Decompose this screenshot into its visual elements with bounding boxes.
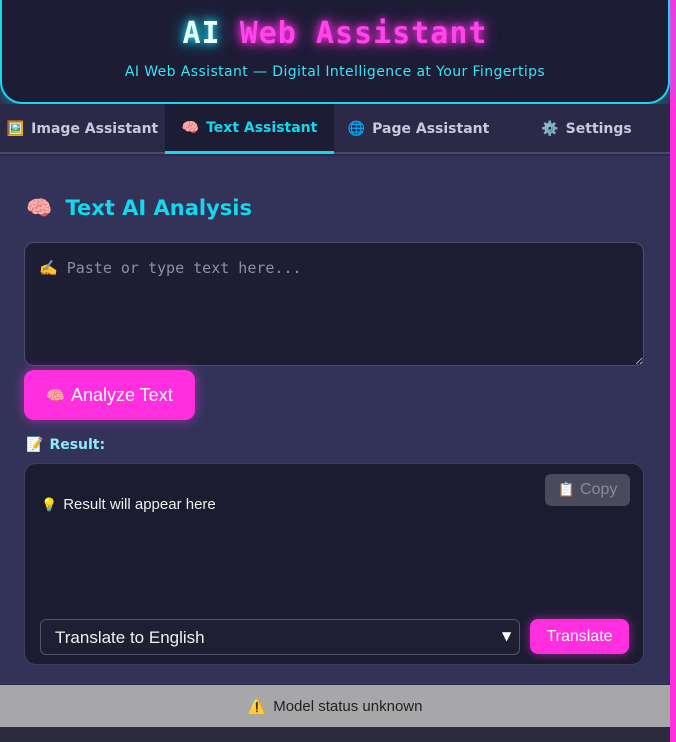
- tab-label: Settings: [565, 121, 632, 137]
- brain-icon: 🧠: [181, 119, 200, 136]
- tab-settings[interactable]: ⚙️ Settings: [503, 104, 670, 154]
- copy-label: Copy: [580, 481, 618, 498]
- tab-bar: 🖼️ Image Assistant 🧠 Text Assistant 🌐 Pa…: [0, 104, 670, 154]
- clipboard-icon: 📋: [557, 481, 576, 497]
- copy-button[interactable]: 📋 Copy: [545, 474, 630, 506]
- result-placeholder: 💡 Result will appear here: [41, 496, 216, 513]
- globe-icon: 🌐: [347, 121, 366, 137]
- status-text: Model status unknown: [273, 697, 423, 715]
- result-label: 📝 Result:: [26, 437, 105, 453]
- app-title: AI Web Assistant: [2, 16, 668, 51]
- tab-label: Text Assistant: [206, 119, 318, 136]
- section-title-text: Text AI Analysis: [65, 196, 252, 220]
- result-placeholder-text: Result will appear here: [63, 496, 216, 513]
- brain-icon: 🧠: [46, 387, 65, 405]
- analyze-text-button[interactable]: 🧠 Analyze Text: [24, 370, 195, 420]
- translate-button[interactable]: Translate: [530, 619, 629, 654]
- bottom-strip: [0, 727, 670, 742]
- tab-image-assistant[interactable]: 🖼️ Image Assistant: [0, 104, 165, 154]
- warning-icon: ⚠️: [247, 698, 267, 715]
- result-label-text: Result:: [49, 437, 106, 453]
- tab-label: Image Assistant: [31, 121, 159, 137]
- analyze-label: Analyze Text: [70, 384, 173, 405]
- lightbulb-icon: 💡: [41, 497, 58, 512]
- title-ai: AI: [182, 16, 221, 51]
- brain-icon: 🧠: [26, 196, 53, 220]
- tab-page-assistant[interactable]: 🌐 Page Assistant: [334, 104, 503, 154]
- gear-icon: ⚙️: [541, 121, 559, 137]
- app-window: AI Web Assistant AI Web Assistant — Digi…: [0, 0, 676, 742]
- title-web-assistant: Web Assistant: [239, 16, 488, 51]
- text-input[interactable]: [24, 242, 644, 366]
- tab-text-assistant[interactable]: 🧠 Text Assistant: [165, 104, 334, 154]
- memo-icon: 📝: [26, 437, 44, 453]
- section-title: 🧠 Text AI Analysis: [26, 196, 252, 221]
- model-status-bar: ⚠️ Model status unknown: [0, 685, 670, 727]
- image-icon: 🖼️: [6, 121, 25, 137]
- tab-label: Page Assistant: [372, 121, 490, 137]
- translate-language-select[interactable]: Translate to English: [40, 619, 520, 655]
- result-box: 📋 Copy 💡 Result will appear here Translate…: [24, 463, 644, 665]
- header: AI Web Assistant AI Web Assistant — Digi…: [0, 0, 670, 104]
- text-assistant-panel: 🧠 Text AI Analysis 🧠 Analyze Text 📝 Result…: [0, 156, 670, 684]
- app-subtitle: AI Web Assistant — Digital Intelligence …: [124, 64, 546, 80]
